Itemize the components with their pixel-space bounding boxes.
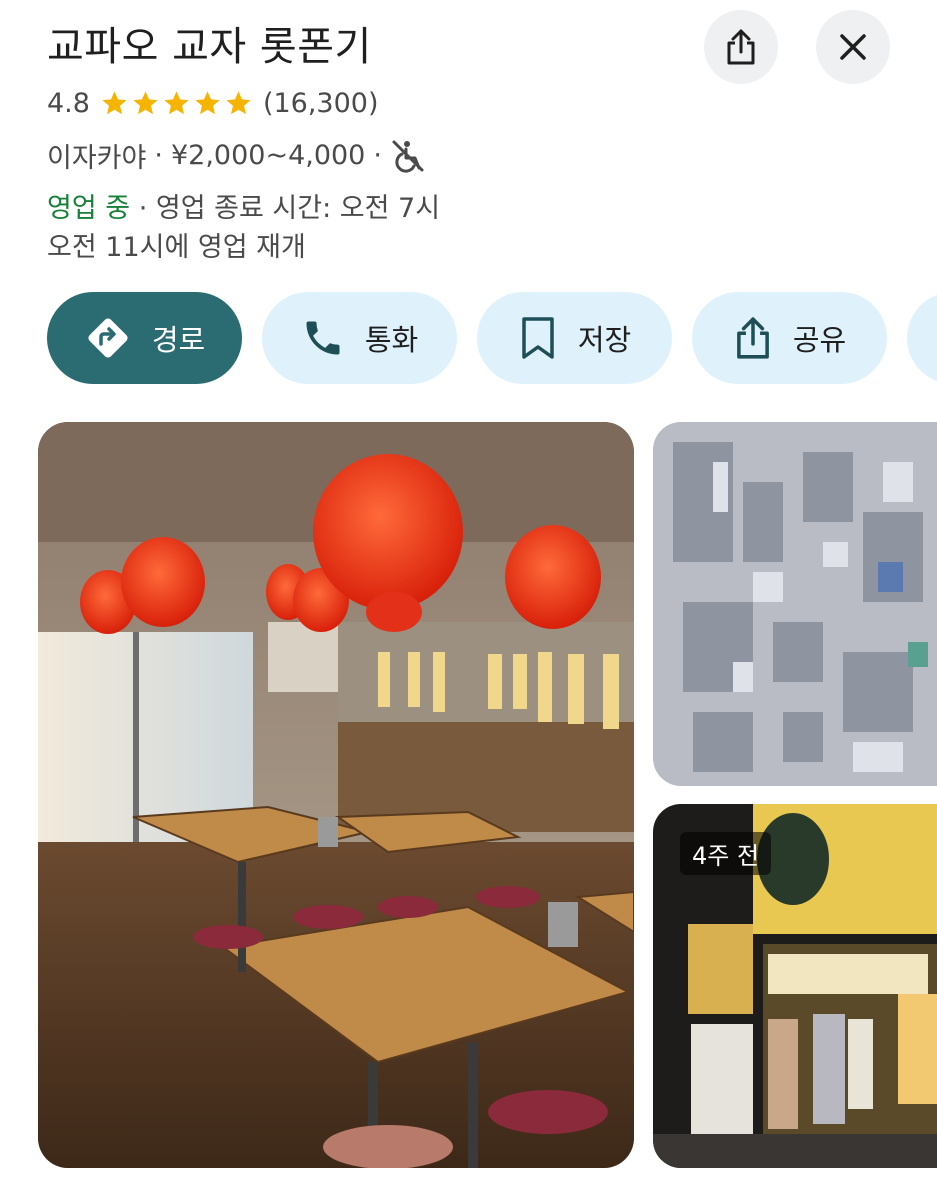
more-action-button[interactable] — [907, 292, 937, 384]
no-wheelchair-access-icon — [392, 140, 424, 173]
call-label: 통화 — [364, 323, 419, 357]
meta-row: 이자카야 · ¥2,000~4,000 · — [47, 136, 426, 175]
action-bar: 경로 통화 저장 공유 — [47, 292, 937, 384]
share-icon — [736, 317, 769, 359]
star-icon — [195, 91, 220, 115]
star-icon — [102, 91, 127, 115]
save-button[interactable]: 저장 — [477, 292, 672, 384]
bookmark-icon — [522, 317, 554, 359]
star-rating — [100, 89, 255, 118]
hours-row[interactable]: 영업 중 · 영업 종료 시간: 오전 7시 — [47, 186, 440, 225]
star-icon — [164, 91, 189, 115]
separator-dot: · — [154, 140, 163, 171]
share-button[interactable] — [704, 10, 778, 84]
star-icon — [226, 91, 251, 115]
price-range: ¥2,000~4,000 — [170, 140, 366, 171]
closing-time: 영업 종료 시간: 오전 7시 — [155, 193, 441, 224]
reopen-time: 오전 11시에 영업 재개 — [47, 232, 306, 263]
share-icon — [727, 29, 755, 65]
open-status: 영업 중 — [47, 193, 131, 224]
aerial-city-image — [653, 422, 937, 786]
close-icon — [840, 34, 866, 60]
rating-row[interactable]: 4.8 (16,300) — [47, 88, 379, 119]
close-button[interactable] — [816, 10, 890, 84]
save-label: 저장 — [577, 323, 632, 357]
directions-button[interactable]: 경로 — [47, 292, 242, 384]
aerial-photo[interactable] — [653, 422, 937, 786]
separator-dot: · — [373, 140, 382, 171]
call-button[interactable]: 통화 — [262, 292, 457, 384]
restaurant-interior-image — [38, 422, 634, 1168]
star-icon — [133, 91, 158, 115]
review-count[interactable]: (16,300) — [263, 88, 379, 119]
phone-icon — [306, 321, 340, 355]
rating-value: 4.8 — [47, 88, 90, 119]
directions-label: 경로 — [151, 323, 206, 357]
directions-icon — [88, 318, 128, 358]
separator-dot: · — [138, 193, 148, 224]
place-title: 교파오 교자 롯폰기 — [47, 24, 372, 70]
main-photo[interactable] — [38, 422, 634, 1168]
share-label: 공유 — [792, 323, 847, 357]
share-action-button[interactable]: 공유 — [692, 292, 887, 384]
category-label: 이자카야 — [47, 143, 147, 174]
photo-age-badge: 4주 전 — [680, 832, 772, 875]
